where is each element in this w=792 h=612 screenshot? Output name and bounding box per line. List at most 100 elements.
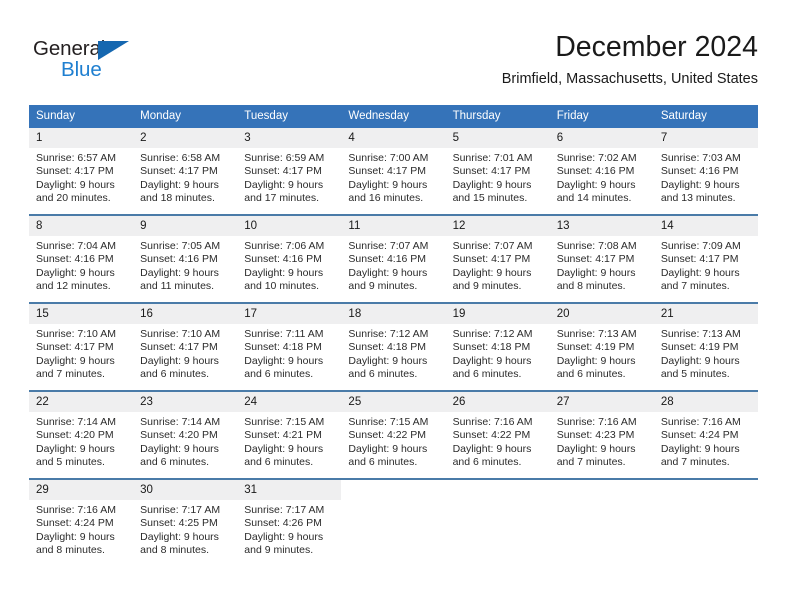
calendar-page: General Blue December 2024 Brimfield, Ma… <box>0 0 792 612</box>
calendar-day-cell[interactable]: 17 Sunrise: 7:11 AM Sunset: 4:18 PM Dayligh… <box>237 302 342 391</box>
day-daylight-1-text: Daylight: 9 hours <box>660 354 740 367</box>
day-sun-info: Sunrise: 7:01 AM Sunset: 4:17 PM Daylight:… <box>446 148 550 214</box>
calendar-week-row: 22 Sunrise: 7:14 AM Sunset: 4:20 PM Dayligh… <box>29 390 758 479</box>
calendar-day-cell[interactable]: 1 Sunrise: 6:57 AM Sunset: 4:17 PM Daylight… <box>29 128 134 215</box>
calendar-day-cell[interactable]: 11 Sunrise: 7:07 AM Sunset: 4:16 PM Dayligh… <box>341 214 446 303</box>
day-sun-info: Sunrise: 7:04 AM Sunset: 4:16 PM Daylight:… <box>29 236 133 302</box>
day-sunset-text: Sunset: 4:18 PM <box>452 341 531 354</box>
calendar-day-cell[interactable]: 22 Sunrise: 7:14 AM Sunset: 4:20 PM Dayligh… <box>29 390 134 479</box>
day-sunrise-text: Sunrise: 7:10 AM <box>36 328 116 340</box>
logo-text-blue: Blue <box>61 58 102 81</box>
calendar-day-cell[interactable]: 24 Sunrise: 7:15 AM Sunset: 4:21 PM Dayligh… <box>237 390 342 479</box>
day-number: 29 <box>29 480 134 500</box>
day-daylight-2-text: and 6 minutes. <box>452 368 522 381</box>
day-sunrise-text: Sunrise: 7:15 AM <box>348 416 429 428</box>
day-number: 26 <box>445 392 550 412</box>
calendar-day-cell[interactable]: 4 Sunrise: 7:00 AM Sunset: 4:17 PM Daylight… <box>341 128 446 215</box>
day-sunset-text: Sunset: 4:20 PM <box>140 429 218 442</box>
weekday-header-tuesday: Tuesday <box>237 105 342 128</box>
calendar-day-cell[interactable]: 10 Sunrise: 7:06 AM Sunset: 4:16 PM Dayligh… <box>237 214 342 303</box>
day-sunset-text: Sunset: 4:23 PM <box>556 429 635 442</box>
calendar-day-cell[interactable]: 9 Sunrise: 7:05 AM Sunset: 4:16 PM Daylight… <box>133 214 238 303</box>
day-sun-info: Sunrise: 7:05 AM Sunset: 4:16 PM Daylight:… <box>133 236 237 302</box>
day-number: 2 <box>133 128 238 148</box>
day-daylight-1-text: Daylight: 9 hours <box>244 266 324 279</box>
calendar-body: 1 Sunrise: 6:57 AM Sunset: 4:17 PM Daylight… <box>29 128 758 566</box>
calendar-header-row: Sunday Monday Tuesday Wednesday Thursday… <box>29 105 758 128</box>
general-blue-logo[interactable]: General Blue <box>33 38 163 84</box>
day-daylight-2-text: and 9 minutes. <box>244 544 314 557</box>
day-sun-info: Sunrise: 7:10 AM Sunset: 4:17 PM Daylight:… <box>133 324 237 390</box>
calendar-day-cell[interactable]: 18 Sunrise: 7:12 AM Sunset: 4:18 PM Dayligh… <box>341 302 446 391</box>
calendar-day-cell[interactable]: 15 Sunrise: 7:10 AM Sunset: 4:17 PM Dayligh… <box>29 302 134 391</box>
day-sunset-text: Sunset: 4:24 PM <box>660 429 739 442</box>
calendar-day-cell[interactable]: 26 Sunrise: 7:16 AM Sunset: 4:22 PM Dayligh… <box>445 390 550 479</box>
day-sun-info: Sunrise: 7:16 AM Sunset: 4:24 PM Daylight:… <box>654 412 758 478</box>
calendar-day-cell[interactable]: 8 Sunrise: 7:04 AM Sunset: 4:16 PM Daylight… <box>29 214 134 303</box>
day-sunset-text: Sunset: 4:17 PM <box>348 165 427 178</box>
calendar-day-cell[interactable]: 23 Sunrise: 7:14 AM Sunset: 4:20 PM Dayligh… <box>133 390 238 479</box>
day-sunrise-text: Sunrise: 7:07 AM <box>348 240 429 252</box>
calendar-day-cell-empty <box>341 478 446 566</box>
calendar-day-cell[interactable]: 31 Sunrise: 7:17 AM Sunset: 4:26 PM Dayligh… <box>237 478 342 566</box>
day-sunset-text: Sunset: 4:16 PM <box>348 253 427 266</box>
calendar-day-cell[interactable]: 14 Sunrise: 7:09 AM Sunset: 4:17 PM Dayligh… <box>653 214 758 303</box>
day-sun-info: Sunrise: 7:14 AM Sunset: 4:20 PM Daylight:… <box>133 412 237 478</box>
day-number: 15 <box>29 304 134 324</box>
calendar-week-row: 15 Sunrise: 7:10 AM Sunset: 4:17 PM Dayligh… <box>29 302 758 391</box>
day-sunrise-text: Sunrise: 6:57 AM <box>36 152 116 164</box>
page-title: December 2024 <box>555 31 758 63</box>
calendar-day-cell[interactable]: 19 Sunrise: 7:12 AM Sunset: 4:18 PM Dayligh… <box>445 302 550 391</box>
day-sun-info: Sunrise: 7:14 AM Sunset: 4:20 PM Daylight:… <box>29 412 133 478</box>
day-number: 24 <box>237 392 342 412</box>
day-sunset-text: Sunset: 4:22 PM <box>348 429 427 442</box>
day-sun-info: Sunrise: 6:59 AM Sunset: 4:17 PM Daylight:… <box>237 148 341 214</box>
calendar-day-cell[interactable]: 7 Sunrise: 7:03 AM Sunset: 4:16 PM Daylight… <box>653 128 758 215</box>
calendar-day-cell[interactable]: 2 Sunrise: 6:58 AM Sunset: 4:17 PM Daylight… <box>133 128 238 215</box>
calendar-day-cell[interactable]: 28 Sunrise: 7:16 AM Sunset: 4:24 PM Dayligh… <box>653 390 758 479</box>
day-daylight-2-text: and 6 minutes. <box>244 368 314 381</box>
day-number: 17 <box>237 304 342 324</box>
day-sunrise-text: Sunrise: 7:12 AM <box>452 328 533 340</box>
day-number: 1 <box>29 128 134 148</box>
calendar-week-row: 1 Sunrise: 6:57 AM Sunset: 4:17 PM Daylight… <box>29 128 758 215</box>
weekday-header-thursday: Thursday <box>445 105 550 128</box>
calendar-week-row: 29 Sunrise: 7:16 AM Sunset: 4:24 PM Dayligh… <box>29 478 758 566</box>
day-daylight-1-text: Daylight: 9 hours <box>556 442 636 455</box>
weekday-header-sunday: Sunday <box>29 105 134 128</box>
day-daylight-2-text: and 6 minutes. <box>348 456 418 469</box>
calendar-day-cell[interactable]: 27 Sunrise: 7:16 AM Sunset: 4:23 PM Dayligh… <box>549 390 654 479</box>
day-sun-info: Sunrise: 7:06 AM Sunset: 4:16 PM Daylight:… <box>237 236 341 302</box>
calendar-day-cell[interactable]: 6 Sunrise: 7:02 AM Sunset: 4:16 PM Daylight… <box>549 128 654 215</box>
day-sun-info: Sunrise: 7:17 AM Sunset: 4:25 PM Daylight:… <box>133 500 237 566</box>
day-sun-info: Sunrise: 6:58 AM Sunset: 4:17 PM Daylight:… <box>133 148 237 214</box>
calendar-day-cell[interactable]: 3 Sunrise: 6:59 AM Sunset: 4:17 PM Daylight… <box>237 128 342 215</box>
day-sunrise-text: Sunrise: 7:17 AM <box>140 504 221 516</box>
calendar-day-cell[interactable]: 21 Sunrise: 7:13 AM Sunset: 4:19 PM Dayligh… <box>653 302 758 391</box>
day-daylight-1-text: Daylight: 9 hours <box>244 530 324 543</box>
calendar-day-cell[interactable]: 13 Sunrise: 7:08 AM Sunset: 4:17 PM Dayligh… <box>549 214 654 303</box>
day-number: 23 <box>133 392 238 412</box>
day-number <box>445 480 550 500</box>
day-sunset-text: Sunset: 4:17 PM <box>36 165 114 178</box>
day-sunrise-text: Sunrise: 7:02 AM <box>556 152 637 164</box>
day-sunrise-text: Sunrise: 7:14 AM <box>140 416 221 428</box>
day-sunrise-text: Sunrise: 7:13 AM <box>660 328 741 340</box>
calendar-day-cell[interactable]: 16 Sunrise: 7:10 AM Sunset: 4:17 PM Dayligh… <box>133 302 238 391</box>
calendar-day-cell[interactable]: 20 Sunrise: 7:13 AM Sunset: 4:19 PM Dayligh… <box>549 302 654 391</box>
calendar-day-cell[interactable]: 12 Sunrise: 7:07 AM Sunset: 4:17 PM Dayligh… <box>445 214 550 303</box>
day-sun-info: Sunrise: 7:12 AM Sunset: 4:18 PM Daylight:… <box>341 324 445 390</box>
day-number: 9 <box>133 216 238 236</box>
calendar-day-cell[interactable]: 29 Sunrise: 7:16 AM Sunset: 4:24 PM Dayligh… <box>29 478 134 566</box>
day-daylight-2-text: and 15 minutes. <box>452 192 528 205</box>
calendar-day-cell[interactable]: 25 Sunrise: 7:15 AM Sunset: 4:22 PM Dayligh… <box>341 390 446 479</box>
day-sunset-text: Sunset: 4:16 PM <box>140 253 218 266</box>
calendar-day-cell[interactable]: 5 Sunrise: 7:01 AM Sunset: 4:17 PM Daylight… <box>445 128 550 215</box>
day-daylight-2-text: and 6 minutes. <box>244 456 314 469</box>
calendar-day-cell[interactable]: 30 Sunrise: 7:17 AM Sunset: 4:25 PM Dayligh… <box>133 478 238 566</box>
day-daylight-1-text: Daylight: 9 hours <box>348 266 428 279</box>
day-daylight-1-text: Daylight: 9 hours <box>660 178 740 191</box>
day-sunrise-text: Sunrise: 7:16 AM <box>36 504 116 516</box>
day-sunset-text: Sunset: 4:26 PM <box>244 517 322 530</box>
day-sunrise-text: Sunrise: 6:58 AM <box>140 152 221 164</box>
